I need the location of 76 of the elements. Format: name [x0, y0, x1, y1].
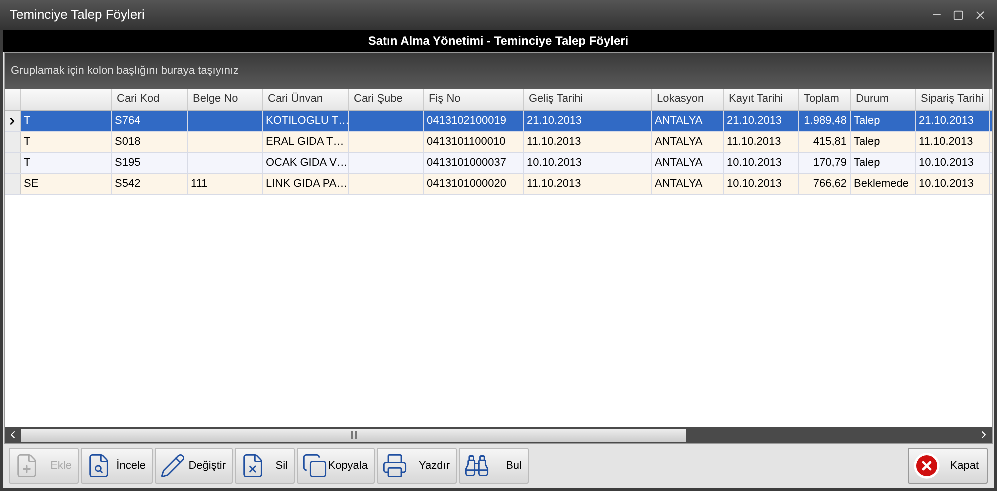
- table-row[interactable]: T S018 ERAL GIDA T… 0413101100010 11.10.2013 ANTALYA 11.10.2013 415,81 Talep 11.10.2013: [5, 132, 992, 153]
- table-cell: 11.10.2013: [524, 174, 652, 194]
- table-cell: 21.10.2013: [724, 111, 799, 131]
- column-header[interactable]: Kayıt Tarihi: [724, 89, 799, 110]
- column-header[interactable]: Cari Ünvan: [263, 89, 349, 110]
- table-cell: Talep: [851, 153, 916, 173]
- row-header[interactable]: [5, 111, 21, 131]
- table-cell: 10.10.2013: [524, 153, 652, 173]
- column-header[interactable]: Geliş Tarihi: [524, 89, 652, 110]
- maximize-icon[interactable]: [953, 10, 964, 20]
- table-cell: 10.10.2013: [916, 174, 990, 194]
- table-cell: 170,79: [799, 153, 851, 173]
- printer-icon: [382, 453, 408, 479]
- table-cell: 415,81: [799, 132, 851, 152]
- table-cell: 11.10.2013: [916, 132, 990, 152]
- close-icon[interactable]: [974, 8, 987, 22]
- column-header[interactable]: Toplam: [799, 89, 851, 110]
- table-cell: ERAL GIDA T…: [263, 132, 349, 152]
- close-circle-icon: [913, 452, 941, 480]
- table-cell: 0413102100019: [424, 111, 524, 131]
- table-cell: S542: [112, 174, 188, 194]
- table-cell: ANTALYA: [652, 174, 724, 194]
- copy-icon: [302, 453, 328, 479]
- table-cell: Beklemede: [851, 174, 916, 194]
- close-button[interactable]: Kapat: [908, 448, 988, 484]
- column-header[interactable]: Fiş No: [424, 89, 524, 110]
- toolbar-button[interactable]: İncele: [81, 448, 153, 484]
- table-cell: LINK GIDA PA…: [263, 174, 349, 194]
- table-cell: OCAK GIDA V…: [263, 153, 349, 173]
- table-cell: 10.10.2013: [916, 153, 990, 173]
- table-cell: 11.10.2013: [524, 132, 652, 152]
- table-cell: 10.10.2013: [724, 174, 799, 194]
- column-header[interactable]: Sipariş Tarihi: [916, 89, 990, 110]
- group-hint: Gruplamak için kolon başlığını buraya taşıyınız: [11, 64, 240, 79]
- table-cell: T: [21, 111, 112, 131]
- column-header[interactable]: Durum: [851, 89, 916, 110]
- table-cell: S018: [112, 132, 188, 152]
- table-row[interactable]: T S764 KOTILOGLU T… 0413102100019 21.10.2013 ANTALYA 21.10.2013 1.989,48 Talep 21.10.2013: [5, 111, 992, 132]
- window-title: Teminciye Talep Föyleri: [10, 6, 145, 24]
- table-cell: T: [21, 132, 112, 152]
- table-cell: 10.10.2013: [724, 153, 799, 173]
- column-header[interactable]: Cari Şube: [349, 89, 424, 110]
- table-cell: 21.10.2013: [916, 111, 990, 131]
- table-cell: 0413101000037: [424, 153, 524, 173]
- table-cell: ANTALYA: [652, 132, 724, 152]
- horizontal-scrollbar[interactable]: [5, 427, 992, 443]
- table-cell: 0413101100010: [424, 132, 524, 152]
- table-cell: S764: [112, 111, 188, 131]
- binoculars-icon: [464, 453, 490, 479]
- header-title: Satın Alma Yönetimi - Teminciye Talep Föyleri: [368, 33, 629, 50]
- scrollbar-thumb[interactable]: [21, 428, 686, 442]
- toolbar-button[interactable]: Bul: [459, 448, 529, 484]
- table-cell: ANTALYA: [652, 111, 724, 131]
- table-cell: 1.989,48: [799, 111, 851, 131]
- table-cell: SE: [21, 174, 112, 194]
- table-row[interactable]: T S195 OCAK GIDA V… 0413101000037 10.10.2013 ANTALYA 10.10.2013 170,79 Talep 10.10.2013: [5, 153, 992, 174]
- column-header[interactable]: Lokasyon: [652, 89, 724, 110]
- table-cell: T: [21, 153, 112, 173]
- table-cell: 11.10.2013: [724, 132, 799, 152]
- table-cell: S195: [112, 153, 188, 173]
- toolbar-button[interactable]: Kopyala: [297, 448, 375, 484]
- table-cell: ANTALYA: [652, 153, 724, 173]
- column-header[interactable]: Belge No: [188, 89, 263, 110]
- table-cell: 766,62: [799, 174, 851, 194]
- toolbar-button[interactable]: Yazdır: [377, 448, 457, 484]
- table-cell: KOTILOGLU T…: [263, 111, 349, 131]
- table-cell: 111: [188, 174, 263, 194]
- table-row[interactable]: SE S542 111 LINK GIDA PA… 0413101000020 11.10.2013 ANTALYA 10.10.2013 766,62 Beklemede 10.10.2013: [5, 174, 992, 195]
- toolbar-button[interactable]: Sil: [235, 448, 295, 484]
- toolbar-button[interactable]: Değiştir: [155, 448, 233, 484]
- table-cell: Talep: [851, 111, 916, 131]
- pencil-icon: [160, 453, 186, 479]
- column-header[interactable]: Cari Kod: [112, 89, 188, 110]
- table-cell: 21.10.2013: [524, 111, 652, 131]
- table-cell: 0413101000020: [424, 174, 524, 194]
- table-cell: Talep: [851, 132, 916, 152]
